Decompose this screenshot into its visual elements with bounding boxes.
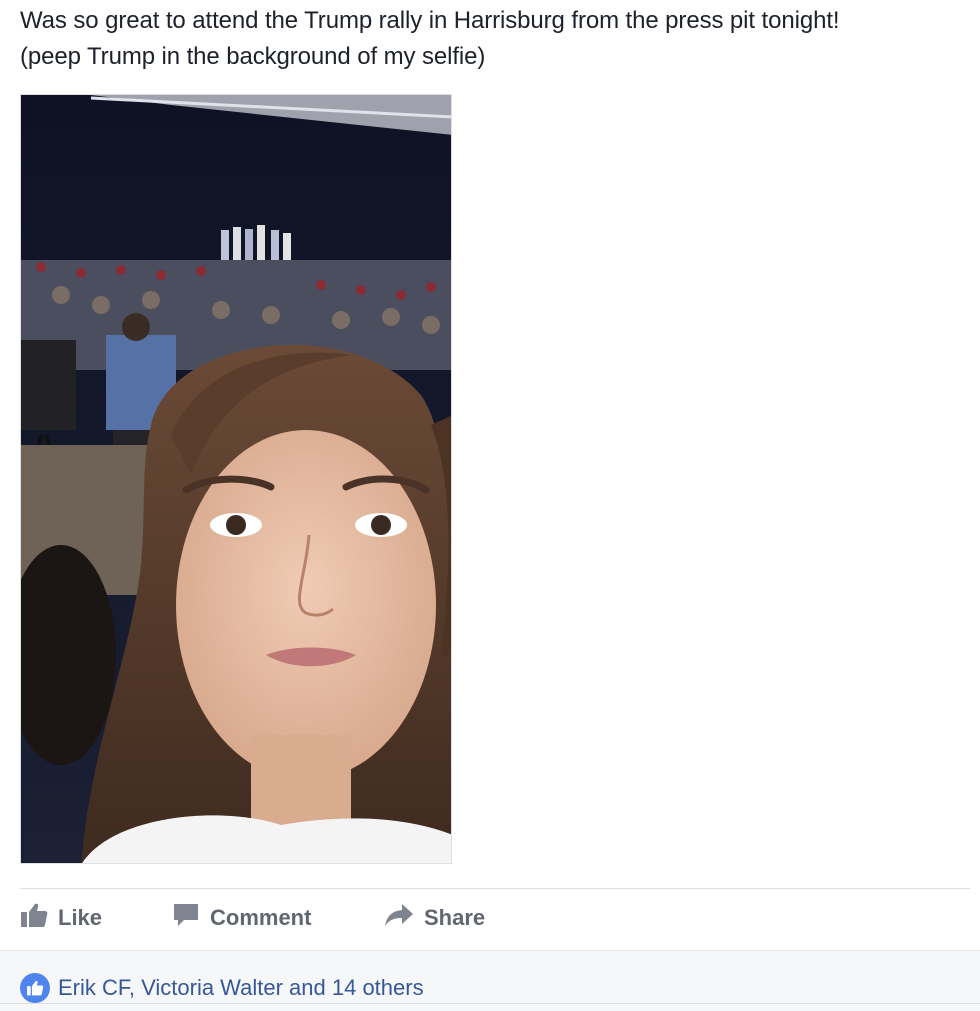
reactions-summary[interactable]: Erik CF, Victoria Walter and 14 others bbox=[20, 973, 424, 1003]
like-label: Like bbox=[58, 905, 103, 930]
post-actions-bar: Like Comment Share bbox=[20, 896, 970, 940]
post-text-line-2: (peep Trump in the background of my self… bbox=[20, 43, 486, 70]
reactions-summary-text: Erik CF, Victoria Walter and 14 others bbox=[58, 975, 424, 1000]
speech-bubble-icon bbox=[172, 902, 200, 934]
share-button[interactable]: Share bbox=[384, 896, 485, 940]
post-photo[interactable] bbox=[20, 94, 452, 864]
reactions-bar: Erik CF, Victoria Walter and 14 others bbox=[0, 950, 980, 1011]
like-button[interactable]: Like bbox=[20, 896, 102, 940]
comment-button[interactable]: Comment bbox=[172, 896, 311, 940]
comment-label: Comment bbox=[210, 905, 312, 930]
like-reaction-icon bbox=[20, 973, 50, 1003]
post-text-line-1: Was so great to attend the Trump rally i… bbox=[20, 7, 840, 34]
share-label: Share bbox=[424, 905, 486, 930]
post-text: Was so great to attend the Trump rally i… bbox=[20, 3, 975, 75]
share-arrow-icon bbox=[384, 902, 414, 934]
bottom-divider bbox=[0, 1003, 980, 1004]
thumbs-up-icon bbox=[20, 902, 48, 934]
actions-top-divider bbox=[20, 888, 970, 889]
selfie-photo-illustration bbox=[21, 95, 451, 863]
facebook-post: Was so great to attend the Trump rally i… bbox=[0, 0, 980, 1011]
